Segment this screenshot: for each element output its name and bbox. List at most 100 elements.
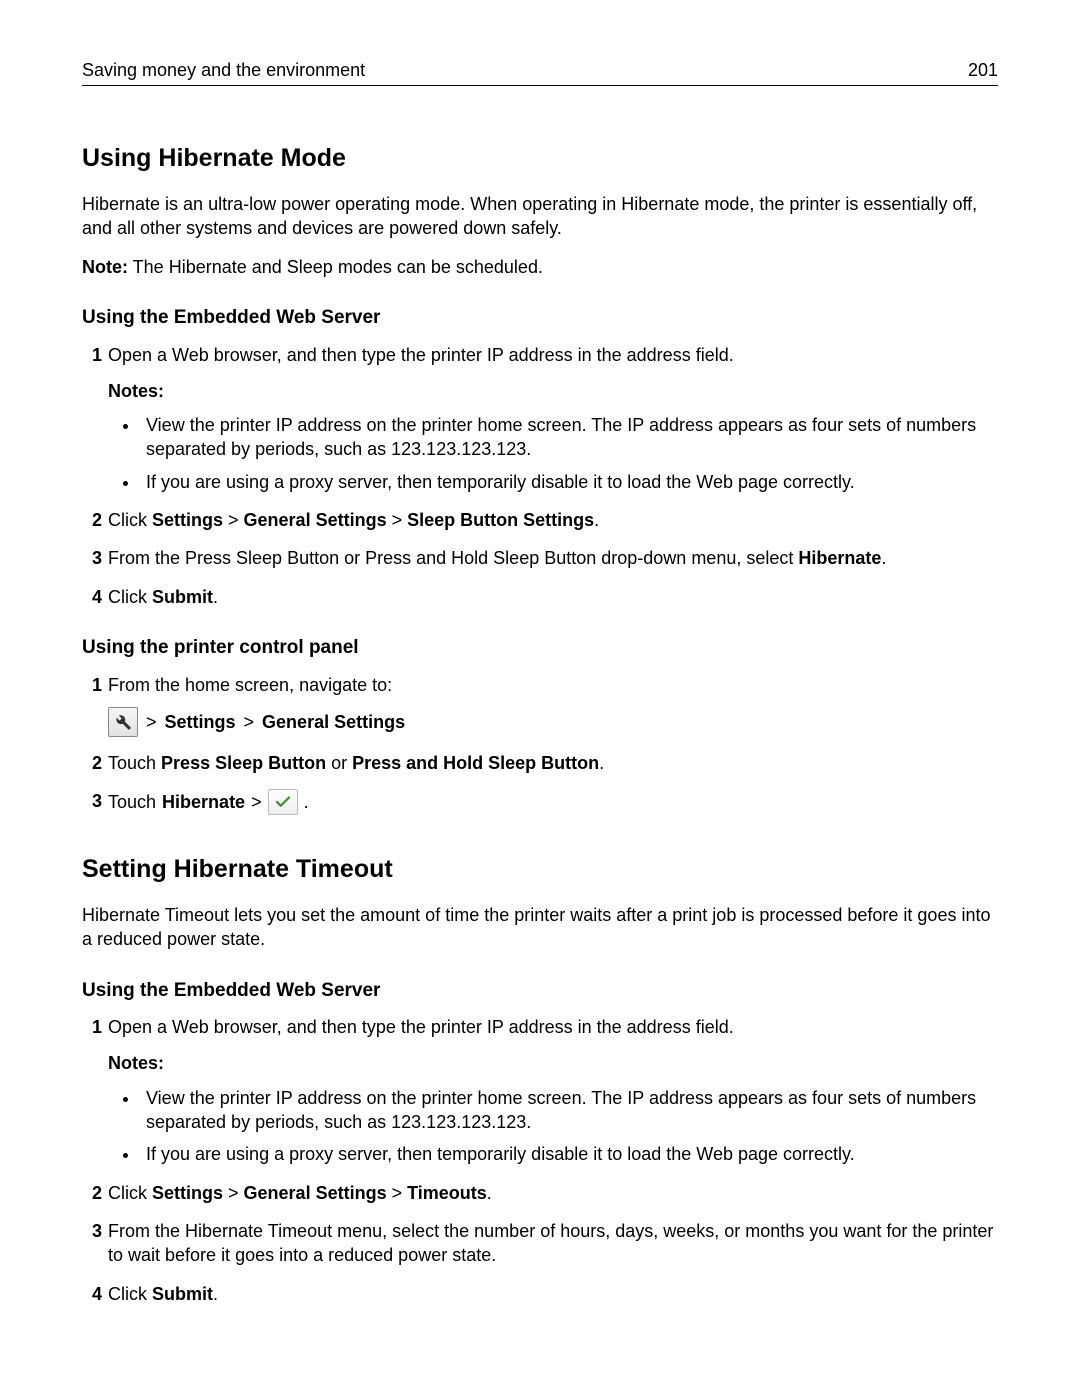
bold-text: Press and Hold Sleep Button <box>352 753 599 773</box>
bold-text: General Settings <box>244 1183 387 1203</box>
step-number: 3 <box>82 789 102 813</box>
step-body: From the home screen, navigate to: > Set… <box>108 673 998 737</box>
hm-ews-steps: 1 Open a Web browser, and then type the … <box>82 343 998 609</box>
text: Touch <box>108 753 161 773</box>
list-item: 1 Open a Web browser, and then type the … <box>82 1015 998 1166</box>
bold-text: Press Sleep Button <box>161 753 326 773</box>
header-section-title: Saving money and the environment <box>82 58 365 82</box>
text: . <box>599 753 604 773</box>
notes-label: Notes: <box>108 1051 998 1075</box>
hm-subheading-panel: Using the printer control panel <box>82 635 998 661</box>
note-label: Note: <box>82 257 128 277</box>
hm-panel-steps: 1 From the home screen, navigate to: > S… <box>82 673 998 816</box>
header-page-number: 201 <box>968 58 998 82</box>
bold-text: Timeouts <box>407 1183 487 1203</box>
hibernate-mode-heading: Using Hibernate Mode <box>82 142 998 176</box>
text: . <box>213 1284 218 1304</box>
list-item: 2 Click Settings > General Settings > Ti… <box>82 1181 998 1205</box>
text: Click <box>108 1183 152 1203</box>
text: > <box>244 710 255 734</box>
text: > <box>387 510 408 530</box>
list-item: 2 Touch Press Sleep Button or Press and … <box>82 751 998 775</box>
step-text: From the Hibernate Timeout menu, select … <box>108 1221 993 1265</box>
step-body: Click Settings > General Settings > Time… <box>108 1181 998 1205</box>
hibernate-timeout-heading: Setting Hibernate Timeout <box>82 853 998 887</box>
notes-bullets: View the printer IP address on the print… <box>108 1086 998 1167</box>
text: > <box>223 1183 244 1203</box>
step-text: From the home screen, navigate to: <box>108 675 392 695</box>
list-item: 4 Click Submit. <box>82 585 998 609</box>
hibernate-timeout-section: Setting Hibernate Timeout Hibernate Time… <box>82 853 998 1306</box>
step-body: Click Submit. <box>108 585 998 609</box>
step-body: Touch Hibernate > . <box>108 789 998 815</box>
step-body: From the Press Sleep Button or Press and… <box>108 546 998 570</box>
step-number: 3 <box>82 1219 102 1243</box>
list-item: 2 Click Settings > General Settings > Sl… <box>82 508 998 532</box>
list-item: If you are using a proxy server, then te… <box>140 1142 998 1166</box>
bold-text: Submit <box>152 587 213 607</box>
step-number: 2 <box>82 751 102 775</box>
step-body: Click Submit. <box>108 1282 998 1306</box>
bold-text: General Settings <box>262 710 405 734</box>
list-item: If you are using a proxy server, then te… <box>140 470 998 494</box>
text: . <box>594 510 599 530</box>
step-body: Click Settings > General Settings > Slee… <box>108 508 998 532</box>
text: > <box>146 710 157 734</box>
nav-path: > Settings > General Settings <box>108 707 998 737</box>
bold-text: Hibernate <box>162 790 245 814</box>
text: Click <box>108 510 152 530</box>
ht-subheading-ews: Using the Embedded Web Server <box>82 978 998 1004</box>
step-number: 4 <box>82 585 102 609</box>
step-number: 2 <box>82 1181 102 1205</box>
list-item: View the printer IP address on the print… <box>140 413 998 462</box>
notes-label: Notes: <box>108 379 998 403</box>
bold-text: Hibernate <box>798 548 881 568</box>
note-text: The Hibernate and Sleep modes can be sch… <box>128 257 543 277</box>
step-number: 1 <box>82 343 102 367</box>
step-number: 2 <box>82 508 102 532</box>
wrench-icon <box>108 707 138 737</box>
bold-text: General Settings <box>244 510 387 530</box>
step-body: Open a Web browser, and then type the pr… <box>108 343 998 494</box>
list-item: 3 From the Press Sleep Button or Press a… <box>82 546 998 570</box>
step-number: 1 <box>82 1015 102 1039</box>
running-header: Saving money and the environment 201 <box>82 58 998 86</box>
document-page: Saving money and the environment 201 Usi… <box>0 0 1080 1306</box>
bold-text: Sleep Button Settings <box>407 510 594 530</box>
step-text: Open a Web browser, and then type the pr… <box>108 345 734 365</box>
list-item: 4 Click Submit. <box>82 1282 998 1306</box>
bold-text: Submit <box>152 1284 213 1304</box>
text: Click <box>108 1284 152 1304</box>
step-number: 3 <box>82 546 102 570</box>
text: Touch <box>108 790 156 814</box>
bold-text: Settings <box>152 1183 223 1203</box>
hibernate-mode-intro: Hibernate is an ultra‑low power operatin… <box>82 192 998 241</box>
list-item: 1 Open a Web browser, and then type the … <box>82 343 998 494</box>
hibernate-mode-section: Using Hibernate Mode Hibernate is an ult… <box>82 142 998 815</box>
step-text: Open a Web browser, and then type the pr… <box>108 1017 734 1037</box>
notes-bullets: View the printer IP address on the print… <box>108 413 998 494</box>
checkmark-icon <box>268 789 298 815</box>
ht-ews-steps: 1 Open a Web browser, and then type the … <box>82 1015 998 1306</box>
step-body: Open a Web browser, and then type the pr… <box>108 1015 998 1166</box>
bold-text: Settings <box>152 510 223 530</box>
text: > <box>223 510 244 530</box>
text: > <box>387 1183 408 1203</box>
text: . <box>881 548 886 568</box>
text: . <box>304 790 309 814</box>
hm-subheading-ews: Using the Embedded Web Server <box>82 305 998 331</box>
text: Click <box>108 587 152 607</box>
list-item: 1 From the home screen, navigate to: > S… <box>82 673 998 737</box>
step-number: 4 <box>82 1282 102 1306</box>
step-number: 1 <box>82 673 102 697</box>
text: > <box>251 790 262 814</box>
text: From the Press Sleep Button or Press and… <box>108 548 798 568</box>
list-item: View the printer IP address on the print… <box>140 1086 998 1135</box>
text: . <box>213 587 218 607</box>
hibernate-timeout-intro: Hibernate Timeout lets you set the amoun… <box>82 903 998 952</box>
bold-text: Settings <box>165 710 236 734</box>
list-item: 3 Touch Hibernate > . <box>82 789 998 815</box>
text: or <box>326 753 352 773</box>
list-item: 3 From the Hibernate Timeout menu, selec… <box>82 1219 998 1268</box>
step-body: From the Hibernate Timeout menu, select … <box>108 1219 998 1268</box>
